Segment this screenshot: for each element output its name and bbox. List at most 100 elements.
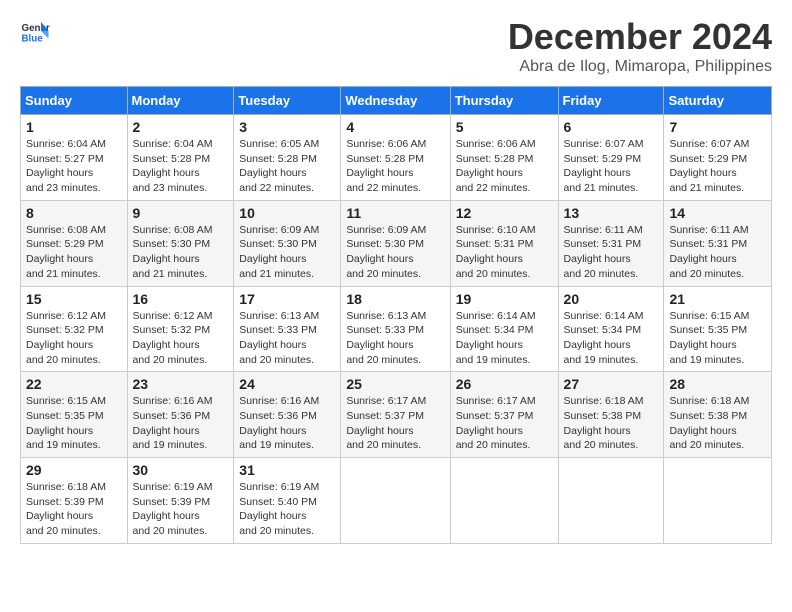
logo: General Blue — [20, 16, 50, 46]
calendar-week-row: 8 Sunrise: 6:08 AMSunset: 5:29 PMDayligh… — [21, 200, 772, 286]
day-detail: Sunrise: 6:09 AMSunset: 5:30 PMDaylight … — [239, 224, 319, 280]
day-detail: Sunrise: 6:13 AMSunset: 5:33 PMDaylight … — [239, 310, 319, 366]
day-number: 29 — [26, 462, 122, 478]
day-number: 26 — [456, 376, 553, 392]
day-number: 25 — [346, 376, 444, 392]
weekday-header-thursday: Thursday — [450, 87, 558, 115]
calendar-cell: 1 Sunrise: 6:04 AMSunset: 5:27 PMDayligh… — [21, 115, 128, 201]
calendar-cell: 31 Sunrise: 6:19 AMSunset: 5:40 PMDaylig… — [234, 458, 341, 544]
calendar-cell: 18 Sunrise: 6:13 AMSunset: 5:33 PMDaylig… — [341, 286, 450, 372]
day-detail: Sunrise: 6:18 AMSunset: 5:38 PMDaylight … — [669, 395, 749, 451]
day-number: 7 — [669, 119, 766, 135]
calendar-cell: 19 Sunrise: 6:14 AMSunset: 5:34 PMDaylig… — [450, 286, 558, 372]
calendar-cell: 25 Sunrise: 6:17 AMSunset: 5:37 PMDaylig… — [341, 372, 450, 458]
calendar-cell: 10 Sunrise: 6:09 AMSunset: 5:30 PMDaylig… — [234, 200, 341, 286]
day-detail: Sunrise: 6:18 AMSunset: 5:38 PMDaylight … — [564, 395, 644, 451]
day-number: 21 — [669, 291, 766, 307]
weekday-header-wednesday: Wednesday — [341, 87, 450, 115]
calendar-cell: 11 Sunrise: 6:09 AMSunset: 5:30 PMDaylig… — [341, 200, 450, 286]
calendar-week-row: 29 Sunrise: 6:18 AMSunset: 5:39 PMDaylig… — [21, 458, 772, 544]
weekday-header-friday: Friday — [558, 87, 664, 115]
calendar-cell: 5 Sunrise: 6:06 AMSunset: 5:28 PMDayligh… — [450, 115, 558, 201]
calendar-table: SundayMondayTuesdayWednesdayThursdayFrid… — [20, 86, 772, 544]
day-number: 3 — [239, 119, 335, 135]
day-number: 1 — [26, 119, 122, 135]
day-number: 31 — [239, 462, 335, 478]
day-detail: Sunrise: 6:05 AMSunset: 5:28 PMDaylight … — [239, 138, 319, 194]
calendar-week-row: 22 Sunrise: 6:15 AMSunset: 5:35 PMDaylig… — [21, 372, 772, 458]
calendar-cell: 27 Sunrise: 6:18 AMSunset: 5:38 PMDaylig… — [558, 372, 664, 458]
calendar-cell: 13 Sunrise: 6:11 AMSunset: 5:31 PMDaylig… — [558, 200, 664, 286]
calendar-cell: 30 Sunrise: 6:19 AMSunset: 5:39 PMDaylig… — [127, 458, 234, 544]
day-number: 27 — [564, 376, 659, 392]
calendar-cell: 20 Sunrise: 6:14 AMSunset: 5:34 PMDaylig… — [558, 286, 664, 372]
day-detail: Sunrise: 6:19 AMSunset: 5:39 PMDaylight … — [133, 481, 213, 537]
day-number: 15 — [26, 291, 122, 307]
day-detail: Sunrise: 6:15 AMSunset: 5:35 PMDaylight … — [26, 395, 106, 451]
calendar-cell: 7 Sunrise: 6:07 AMSunset: 5:29 PMDayligh… — [664, 115, 772, 201]
day-detail: Sunrise: 6:12 AMSunset: 5:32 PMDaylight … — [133, 310, 213, 366]
calendar-cell: 24 Sunrise: 6:16 AMSunset: 5:36 PMDaylig… — [234, 372, 341, 458]
day-number: 10 — [239, 205, 335, 221]
day-number: 12 — [456, 205, 553, 221]
day-number: 14 — [669, 205, 766, 221]
day-detail: Sunrise: 6:18 AMSunset: 5:39 PMDaylight … — [26, 481, 106, 537]
calendar-cell — [450, 458, 558, 544]
day-detail: Sunrise: 6:10 AMSunset: 5:31 PMDaylight … — [456, 224, 536, 280]
day-number: 23 — [133, 376, 229, 392]
calendar-cell: 9 Sunrise: 6:08 AMSunset: 5:30 PMDayligh… — [127, 200, 234, 286]
day-detail: Sunrise: 6:07 AMSunset: 5:29 PMDaylight … — [564, 138, 644, 194]
weekday-header-sunday: Sunday — [21, 87, 128, 115]
calendar-cell: 2 Sunrise: 6:04 AMSunset: 5:28 PMDayligh… — [127, 115, 234, 201]
day-number: 4 — [346, 119, 444, 135]
day-number: 16 — [133, 291, 229, 307]
calendar-cell: 8 Sunrise: 6:08 AMSunset: 5:29 PMDayligh… — [21, 200, 128, 286]
day-detail: Sunrise: 6:06 AMSunset: 5:28 PMDaylight … — [346, 138, 426, 194]
day-detail: Sunrise: 6:08 AMSunset: 5:30 PMDaylight … — [133, 224, 213, 280]
calendar-cell — [558, 458, 664, 544]
calendar-title: December 2024 — [508, 16, 772, 58]
day-number: 18 — [346, 291, 444, 307]
day-detail: Sunrise: 6:15 AMSunset: 5:35 PMDaylight … — [669, 310, 749, 366]
day-number: 17 — [239, 291, 335, 307]
day-number: 2 — [133, 119, 229, 135]
calendar-cell — [341, 458, 450, 544]
day-detail: Sunrise: 6:04 AMSunset: 5:27 PMDaylight … — [26, 138, 106, 194]
calendar-cell: 17 Sunrise: 6:13 AMSunset: 5:33 PMDaylig… — [234, 286, 341, 372]
calendar-cell: 15 Sunrise: 6:12 AMSunset: 5:32 PMDaylig… — [21, 286, 128, 372]
day-number: 19 — [456, 291, 553, 307]
day-detail: Sunrise: 6:09 AMSunset: 5:30 PMDaylight … — [346, 224, 426, 280]
day-detail: Sunrise: 6:08 AMSunset: 5:29 PMDaylight … — [26, 224, 106, 280]
day-detail: Sunrise: 6:06 AMSunset: 5:28 PMDaylight … — [456, 138, 536, 194]
calendar-cell: 3 Sunrise: 6:05 AMSunset: 5:28 PMDayligh… — [234, 115, 341, 201]
day-detail: Sunrise: 6:14 AMSunset: 5:34 PMDaylight … — [564, 310, 644, 366]
day-number: 5 — [456, 119, 553, 135]
calendar-cell: 4 Sunrise: 6:06 AMSunset: 5:28 PMDayligh… — [341, 115, 450, 201]
svg-text:Blue: Blue — [22, 34, 44, 45]
day-detail: Sunrise: 6:11 AMSunset: 5:31 PMDaylight … — [564, 224, 643, 280]
day-number: 6 — [564, 119, 659, 135]
day-detail: Sunrise: 6:14 AMSunset: 5:34 PMDaylight … — [456, 310, 536, 366]
calendar-subtitle: Abra de Ilog, Mimaropa, Philippines — [508, 58, 772, 76]
day-number: 8 — [26, 205, 122, 221]
day-detail: Sunrise: 6:07 AMSunset: 5:29 PMDaylight … — [669, 138, 749, 194]
day-number: 30 — [133, 462, 229, 478]
page-header: General Blue December 2024 Abra de Ilog,… — [20, 16, 772, 76]
weekday-header-tuesday: Tuesday — [234, 87, 341, 115]
day-detail: Sunrise: 6:04 AMSunset: 5:28 PMDaylight … — [133, 138, 213, 194]
day-detail: Sunrise: 6:16 AMSunset: 5:36 PMDaylight … — [133, 395, 213, 451]
calendar-cell: 26 Sunrise: 6:17 AMSunset: 5:37 PMDaylig… — [450, 372, 558, 458]
weekday-header-row: SundayMondayTuesdayWednesdayThursdayFrid… — [21, 87, 772, 115]
calendar-cell — [664, 458, 772, 544]
calendar-cell: 22 Sunrise: 6:15 AMSunset: 5:35 PMDaylig… — [21, 372, 128, 458]
calendar-cell: 29 Sunrise: 6:18 AMSunset: 5:39 PMDaylig… — [21, 458, 128, 544]
day-detail: Sunrise: 6:19 AMSunset: 5:40 PMDaylight … — [239, 481, 319, 537]
calendar-cell: 6 Sunrise: 6:07 AMSunset: 5:29 PMDayligh… — [558, 115, 664, 201]
day-number: 9 — [133, 205, 229, 221]
calendar-week-row: 1 Sunrise: 6:04 AMSunset: 5:27 PMDayligh… — [21, 115, 772, 201]
day-number: 24 — [239, 376, 335, 392]
calendar-cell: 23 Sunrise: 6:16 AMSunset: 5:36 PMDaylig… — [127, 372, 234, 458]
calendar-cell: 12 Sunrise: 6:10 AMSunset: 5:31 PMDaylig… — [450, 200, 558, 286]
weekday-header-saturday: Saturday — [664, 87, 772, 115]
logo-icon: General Blue — [20, 16, 50, 46]
